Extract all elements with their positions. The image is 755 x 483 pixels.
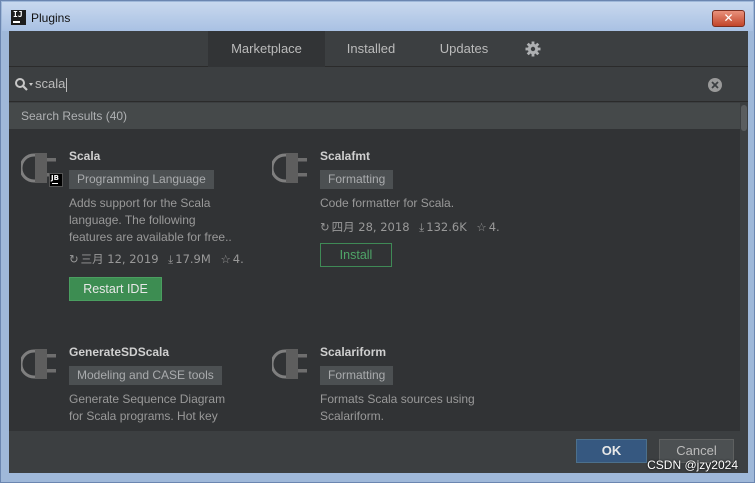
refresh-icon: ↻ — [320, 220, 330, 234]
search-input-value: scala — [35, 76, 66, 91]
search-input[interactable]: scala — [35, 76, 68, 92]
install-button[interactable]: Install — [320, 243, 392, 267]
plugin-list: JB Scala Programming Language Adds suppo… — [9, 129, 740, 431]
tab-bar: Marketplace Installed Updates — [9, 31, 748, 67]
window-title: Plugins — [31, 11, 71, 25]
download-icon: ⤓ — [168, 252, 174, 266]
plugin-name[interactable]: GenerateSDScala — [69, 345, 169, 359]
plugin-description: Adds support for the Scala language. The… — [69, 196, 232, 244]
title-bar[interactable]: IJ Plugins ✕ — [2, 2, 753, 31]
app-icon-text: IJ — [13, 10, 23, 19]
plugin-tag: Modeling and CASE tools — [69, 366, 222, 385]
dialog-footer: OK Cancel — [9, 431, 748, 473]
plugin-downloads: 132.6K — [426, 220, 467, 234]
plugin-description: Generate Sequence Diagram for Scala prog… — [69, 392, 226, 423]
plugin-description: Code formatter for Scala. — [320, 196, 455, 210]
refresh-icon: ↻ — [69, 252, 79, 266]
plugin-name[interactable]: Scala — [69, 149, 100, 163]
scrollbar-track[interactable] — [740, 103, 748, 431]
plugin-tag: Programming Language — [69, 170, 214, 189]
plugin-tag: Formatting — [320, 170, 394, 189]
plugin-card-scalariform[interactable]: Scalariform Formatting Formats Scala sou… — [272, 345, 475, 431]
plugin-rating: 4. — [488, 220, 500, 234]
jetbrains-badge-icon: JB — [49, 173, 63, 187]
plugin-card-generatesdscala[interactable]: GenerateSDScala Modeling and CASE tools … — [21, 345, 225, 431]
search-icon[interactable] — [14, 77, 36, 93]
plugin-icon — [21, 349, 56, 379]
plugin-icon — [272, 153, 307, 183]
download-icon: ⤓ — [419, 220, 425, 234]
plugin-icon — [272, 349, 307, 379]
plugin-card-scala[interactable]: JB Scala Programming Language Adds suppo… — [21, 149, 244, 301]
window-close-button[interactable]: ✕ — [712, 10, 745, 27]
tab-marketplace[interactable]: Marketplace — [208, 31, 325, 67]
clear-icon[interactable] — [707, 77, 723, 93]
text-caret — [66, 77, 68, 92]
intellij-app-icon: IJ — [11, 10, 26, 25]
scrollbar-thumb[interactable] — [741, 105, 747, 131]
plugins-dialog: Marketplace Installed Updates scala Sear… — [9, 31, 748, 473]
plugins-window: IJ Plugins ✕ Marketplace Installed Updat… — [0, 0, 755, 483]
star-icon: ☆ — [220, 252, 231, 266]
plugin-rating: 4. — [232, 252, 244, 266]
plugin-date: 四月 28, 2018 — [331, 220, 410, 234]
plugin-downloads: 17.9M — [175, 252, 211, 266]
gear-icon[interactable] — [524, 40, 542, 58]
plugin-name[interactable]: Scalafmt — [320, 149, 370, 163]
csdn-watermark: CSDN @jzy2024 — [647, 458, 738, 472]
plugin-card-scalafmt[interactable]: Scalafmt Formatting Code formatter for S… — [272, 149, 500, 299]
tab-installed[interactable]: Installed — [334, 31, 408, 67]
plugin-tag: Formatting — [320, 366, 394, 385]
plugin-meta: ↻ 三月 12, 2019 ⤓ 17.9M ☆ 4. — [69, 251, 249, 267]
search-results-header: Search Results (40) — [9, 103, 740, 129]
ok-button[interactable]: OK — [576, 439, 647, 463]
star-icon: ☆ — [476, 220, 487, 234]
restart-ide-button[interactable]: Restart IDE — [69, 277, 162, 301]
plugin-meta: ↻ 四月 28, 2018 ⤓ 132.6K ☆ 4. — [320, 219, 504, 235]
tab-updates[interactable]: Updates — [427, 31, 501, 67]
search-bar: scala — [9, 68, 748, 102]
search-results-count: Search Results (40) — [21, 109, 128, 123]
plugin-name[interactable]: Scalariform — [320, 345, 386, 359]
plugin-description: Formats Scala sources using Scalariform. — [320, 392, 475, 423]
plugin-date: 三月 12, 2019 — [80, 252, 159, 266]
